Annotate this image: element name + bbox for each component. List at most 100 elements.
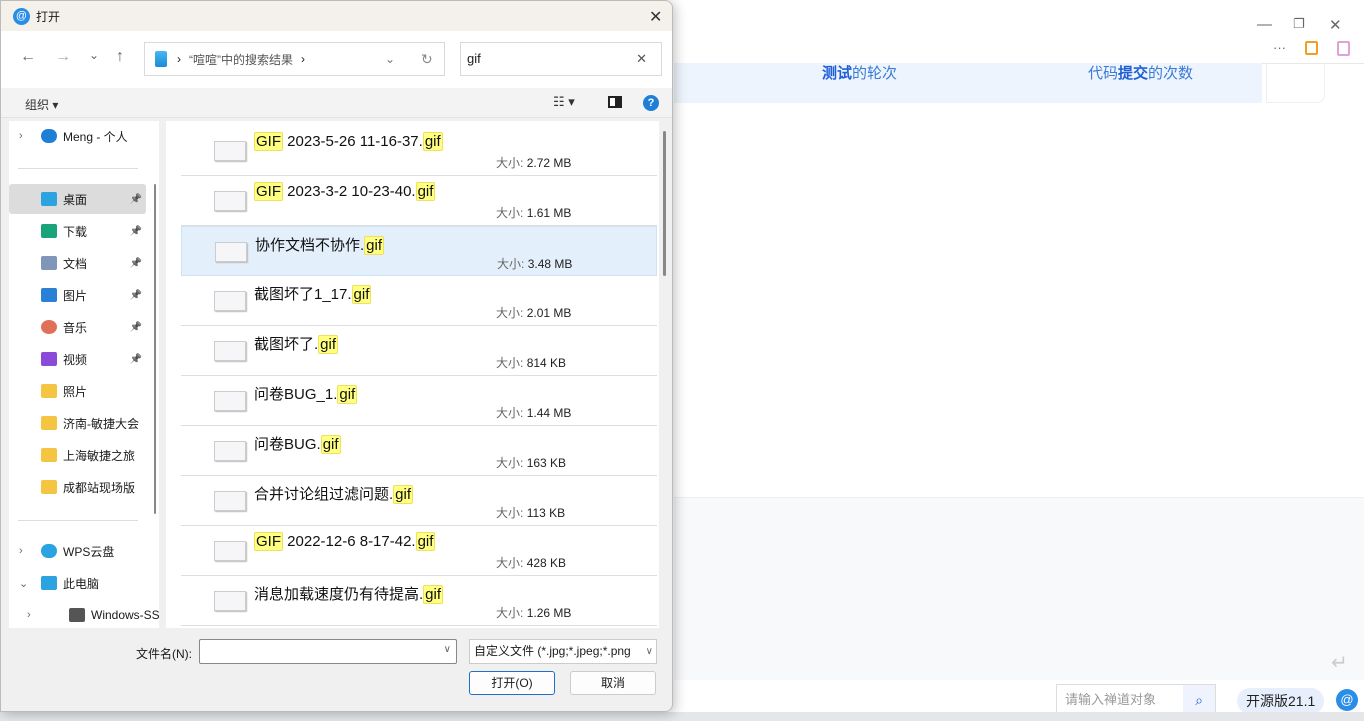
search-icon[interactable]: ⌕ [1183,685,1215,715]
size-label: 大小: [496,406,524,420]
file-thumbnail [214,191,246,211]
zentao-logo-icon[interactable]: @ [1336,689,1358,711]
refresh-icon[interactable]: ↻ [421,51,433,68]
nav-item-2[interactable]: 下载 📌 [9,216,146,246]
pin-icon[interactable]: 📌 [130,354,142,365]
file-list: GIF 2023-5-26 11-16-37. gif 大小: 2.72 MB G… [166,121,659,628]
more-icon[interactable]: ··· [1273,40,1286,55]
nav-item-11[interactable]: › WPS云盘 [9,536,146,566]
nav-scrollbar[interactable] [154,184,156,514]
pin-icon[interactable]: 📌 [130,226,142,237]
up-button[interactable]: ↑ [116,48,124,66]
size-value: 2.72 MB [526,156,572,170]
search-highlight: GIF [254,132,283,151]
breadcrumb-path[interactable]: “喧喧”中的搜索结果 [189,51,293,68]
video-icon [41,352,57,366]
chevron-down-icon[interactable]: ⌄ [19,577,28,590]
organize-menu[interactable]: 组织 ▾ [25,96,58,113]
pin-icon[interactable]: 📌 [130,322,142,333]
return-icon[interactable]: ↵ [1331,650,1348,675]
dialog-close-button[interactable]: ✕ [649,7,662,27]
pin-icon[interactable]: 📌 [130,194,142,205]
nav-item-12[interactable]: ⌄ 此电脑 [9,568,146,598]
file-size: 大小: 1.26 MB [496,604,571,621]
size-value: 428 KB [526,556,567,570]
document-icon [41,256,57,270]
file-list-scrollbar[interactable] [663,131,666,276]
file-row[interactable]: 问卷BUG_1. gif 大小: 1.44 MB [181,376,657,426]
help-icon[interactable]: ? [643,95,659,111]
nav-item-1[interactable]: 桌面 📌 [9,184,146,214]
nav-item-label: 此电脑 [63,576,100,591]
search-box[interactable]: gif ✕ [460,42,662,76]
notice-icon[interactable] [1305,41,1318,55]
address-bar[interactable]: › “喧喧”中的搜索结果 › ⌄ ↻ [144,42,445,76]
file-thumbnail [214,541,246,561]
file-row[interactable]: 截图坏了1_17. gif 大小: 2.01 MB [181,276,657,326]
cancel-button[interactable]: 取消 [570,671,656,695]
chevron-right-icon[interactable]: › [19,130,23,142]
nav-item-13[interactable]: › Windows-SSD [9,600,159,628]
file-name: GIF 2023-3-2 10-23-40. gif [254,182,436,201]
minimize-button[interactable]: — [1257,16,1272,33]
nav-item-label: Windows-SSD [91,608,159,622]
nav-item-0[interactable]: › Meng - 个人 [9,121,146,151]
file-row[interactable]: GIF 2023-3-2 10-23-40. gif 大小: 1.61 MB [181,176,657,226]
file-size: 大小: 1.61 MB [496,204,571,221]
clear-search-icon[interactable]: ✕ [636,43,647,75]
view-options-button[interactable]: ☷ ▾ [553,94,575,110]
folder-icon [41,384,57,398]
nav-item-5[interactable]: 音乐 📌 [9,312,146,342]
search-highlight: gif [351,285,372,304]
size-label: 大小: [496,606,524,620]
file-thumbnail [214,491,246,511]
preview-pane-icon[interactable] [608,96,622,108]
search-highlight: GIF [254,532,283,551]
panel-icon[interactable] [1337,41,1350,56]
file-row[interactable]: 截图坏了. gif 大小: 814 KB [181,326,657,376]
file-row[interactable]: 合并讨论组过滤问题. gif 大小: 113 KB [181,476,657,526]
file-row[interactable]: GIF 2022-12-6 8-17-42. gif 大小: 428 KB [181,526,657,576]
forward-button[interactable]: → [55,48,71,66]
nav-item-7[interactable]: 照片 [9,376,146,406]
cloud-icon [41,544,57,558]
pin-icon[interactable]: 📌 [130,258,142,269]
nav-item-4[interactable]: 图片 📌 [9,280,146,310]
filetype-select[interactable]: 自定义文件 (*.jpg;*.jpeg;*.png ∨ [469,639,657,664]
file-thumbnail [214,441,246,461]
open-button[interactable]: 打开(O) [469,671,555,695]
size-label: 大小: [496,156,524,170]
folder-icon [41,480,57,494]
pin-icon[interactable]: 📌 [130,290,142,301]
back-button[interactable]: ← [20,48,36,66]
nav-item-6[interactable]: 视频 📌 [9,344,146,374]
recent-locations-button[interactable]: ⌄ [89,48,99,62]
nav-item-9[interactable]: 上海敏捷之旅 [9,440,146,470]
chevron-down-icon[interactable]: ∨ [646,640,653,663]
file-row[interactable]: 消息加载速度仍有待提高. gif 大小: 1.26 MB [181,576,657,626]
file-name: 消息加载速度仍有待提高. gif [254,583,444,604]
nav-item-3[interactable]: 文档 📌 [9,248,146,278]
search-input[interactable]: 请输入禅道对象 [1057,685,1183,715]
chevron-down-icon[interactable]: ∨ [444,644,451,655]
version-badge[interactable]: 开源版21.1 [1237,688,1325,714]
file-row[interactable]: GIF 2023-5-26 11-16-37. gif 大小: 2.72 MB [181,126,657,176]
file-row[interactable]: 问卷BUG. gif 大小: 163 KB [181,426,657,476]
nav-item-8[interactable]: 济南-敏捷大会 [9,408,146,438]
file-name-text: 问卷BUG_1. [254,386,338,403]
dialog-footer: 文件名(N): ∨ 自定义文件 (*.jpg;*.jpeg;*.png ∨ 打开(… [1,628,672,711]
nav-item-10[interactable]: 成都站现场版 [9,472,146,502]
file-name: GIF 2022-12-6 8-17-42. gif [254,532,436,551]
close-button[interactable]: ✕ [1329,16,1342,34]
dialog-titlebar: @ 打开 ✕ [1,1,672,31]
file-thumbnail [215,242,247,262]
chevron-right-icon[interactable]: › [27,609,31,621]
taskbar [0,712,1364,721]
restore-button[interactable]: ❐ [1293,16,1305,32]
content-area [674,497,1364,680]
filename-input[interactable]: ∨ [199,639,457,664]
file-row[interactable]: 协作文档不协作. gif 大小: 3.48 MB [181,226,657,276]
search-input-value[interactable]: gif [467,51,481,66]
chevron-right-icon[interactable]: › [19,545,23,557]
address-dropdown-icon[interactable]: ⌄ [385,52,395,66]
